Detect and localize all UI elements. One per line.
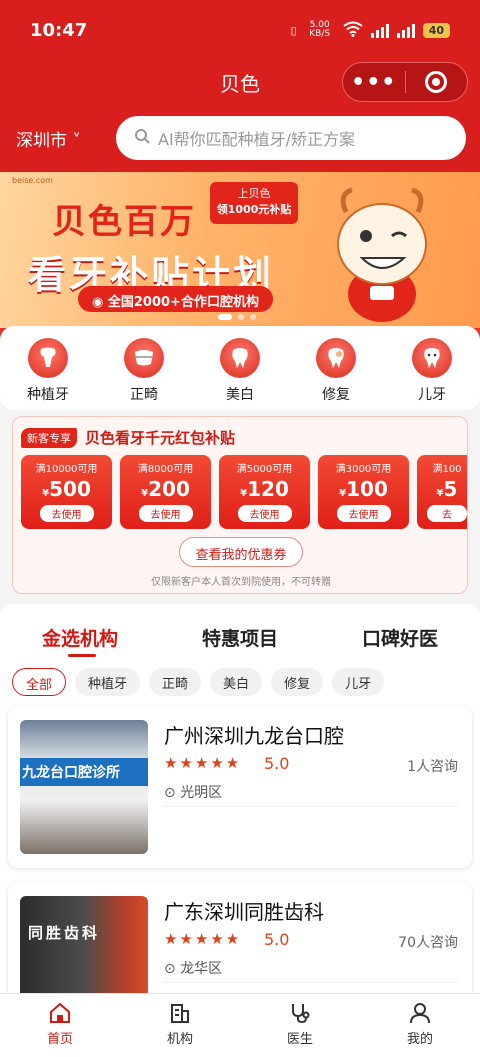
consult-count: 70人咨询 <box>398 935 458 951</box>
kids-tooth-icon <box>412 338 452 378</box>
star-rating: ★★★★★ <box>164 930 242 948</box>
new-customer-tag: 新客专享 <box>21 427 77 448</box>
status-icons: ▯ 5.00 KB/S 40 <box>291 21 450 40</box>
category-implant[interactable]: 种植牙 <box>10 338 86 410</box>
coupon-header: 新客专享 贝色看牙千元红包补贴 <box>21 427 235 448</box>
chip-orthodontics[interactable]: 正畸 <box>149 668 202 696</box>
nav-doctors[interactable]: 医生 <box>240 994 360 1057</box>
coupon-note: 仅限新客户本人首次到院使用，不可转赠 <box>151 577 331 588</box>
clinic-section: 金选机构 特惠项目 口碑好医 全部 种植牙 正畸 美白 修复 儿牙 九龙台口腔诊… <box>0 604 480 1044</box>
coupon-card[interactable]: 满100 ¥5 去 <box>417 455 467 529</box>
bottom-nav: 首页 机构 医生 我的 <box>0 993 480 1057</box>
coupon-panel: 新客专享 贝色看牙千元红包补贴 满10000可用 ¥500 去使用 满8000可… <box>12 416 468 594</box>
coupon-card[interactable]: 满10000可用 ¥500 去使用 <box>21 455 112 529</box>
user-icon <box>410 1003 430 1024</box>
banner-headline: 贝色百万 <box>52 202 196 242</box>
mini-program-capsule: ••• <box>342 62 468 102</box>
location-pin-icon: ⊙ <box>164 961 181 977</box>
section-tabs: 金选机构 特惠项目 口碑好医 <box>0 624 480 651</box>
home-icon <box>50 1002 70 1023</box>
filter-chips: 全部 种植牙 正畸 美白 修复 儿牙 <box>12 668 385 696</box>
use-coupon-button[interactable]: 去使用 <box>336 505 391 522</box>
tab-featured-clinics[interactable]: 金选机构 <box>0 624 160 651</box>
whitening-tooth-icon <box>220 338 260 378</box>
wifi-icon <box>343 21 363 40</box>
use-coupon-button[interactable]: 去使用 <box>237 505 292 522</box>
search-icon <box>134 128 150 148</box>
banner-pill: ◉ 全国2000+合作口腔机构 <box>78 286 273 312</box>
star-rating: ★★★★★ <box>164 754 242 772</box>
use-coupon-button[interactable]: 去使用 <box>138 505 193 522</box>
coupon-title: 贝色看牙千元红包补贴 <box>85 429 236 447</box>
use-coupon-button[interactable]: 去 <box>427 505 467 522</box>
coupon-card[interactable]: 满5000可用 ¥120 去使用 <box>219 455 310 529</box>
view-my-coupons-button[interactable]: 查看我的优惠券 <box>179 537 303 567</box>
category-kids[interactable]: 儿牙 <box>394 338 470 410</box>
status-time: 10:47 <box>30 19 88 41</box>
banner-pagination <box>218 314 256 320</box>
clinic-name: 广东深圳同胜齿科 <box>164 900 324 924</box>
building-icon <box>171 1004 189 1023</box>
more-icon[interactable]: ••• <box>343 70 405 95</box>
network-speed: 5.00 KB/S <box>309 20 331 39</box>
clinic-photo: 九龙台口腔诊所 <box>20 720 148 854</box>
rating-score: 5.0 <box>264 930 290 949</box>
rating-score: 5.0 <box>264 754 290 773</box>
close-mini-program-button[interactable] <box>406 71 468 93</box>
signal-icon-2 <box>396 22 415 38</box>
promo-banner[interactable]: beise.com 贝色百万 上贝色 领1000元补贴 看牙补贴计划 ◉ 全国2… <box>0 172 480 328</box>
location-pin-icon: ⊙ <box>164 785 181 801</box>
city-selector[interactable]: 深圳市 ˅ <box>16 126 81 151</box>
chip-whitening[interactable]: 美白 <box>210 668 263 696</box>
coupon-card[interactable]: 满3000可用 ¥100 去使用 <box>318 455 409 529</box>
category-whitening[interactable]: 美白 <box>202 338 278 410</box>
signal-icon <box>370 22 389 38</box>
vibrate-icon: ▯ <box>290 23 297 37</box>
banner-tag: 上贝色 领1000元补贴 <box>210 182 298 224</box>
category-orthodontics[interactable]: 正畸 <box>106 338 182 410</box>
use-coupon-button[interactable]: 去使用 <box>39 505 94 522</box>
clinic-district: ⊙ 光明区 <box>164 785 223 801</box>
chip-repair[interactable]: 修复 <box>271 668 324 696</box>
clinic-district: ⊙ 龙华区 <box>164 961 223 977</box>
banner-site-label: beise.com <box>12 176 53 185</box>
search-placeholder: AI帮你匹配种植牙/矫正方案 <box>158 130 356 149</box>
ox-mascot-icon <box>337 187 427 322</box>
status-bar: 10:47 ▯ 5.00 KB/S 40 <box>0 0 480 60</box>
target-icon <box>425 71 448 93</box>
chip-implant[interactable]: 种植牙 <box>75 668 141 696</box>
category-repair[interactable]: 修复 <box>298 338 374 410</box>
tab-top-doctors[interactable]: 口碑好医 <box>320 624 480 651</box>
tab-special-offers[interactable]: 特惠项目 <box>160 624 320 651</box>
location-icon: ◉ <box>92 295 108 310</box>
consult-count: 1人咨询 <box>407 759 458 775</box>
braces-tooth-icon <box>124 338 164 378</box>
nav-mine[interactable]: 我的 <box>360 994 480 1057</box>
nav-institutions[interactable]: 机构 <box>120 994 240 1057</box>
battery-indicator: 40 <box>422 22 450 38</box>
title-bar: 贝色 ••• <box>0 60 480 104</box>
clinic-name: 广州深圳九龙台口腔 <box>164 724 344 748</box>
coupon-card[interactable]: 满8000可用 ¥200 去使用 <box>120 455 211 529</box>
coupon-list: 满10000可用 ¥500 去使用 满8000可用 ¥200 去使用 满5000… <box>21 455 467 529</box>
clinic-card[interactable]: 九龙台口腔诊所 广州深圳九龙台口腔 ★★★★★ 5.0 1人咨询 ⊙ 光明区 <box>8 706 472 868</box>
active-tab-indicator <box>68 654 96 657</box>
chip-kids[interactable]: 儿牙 <box>332 668 385 696</box>
search-row: 深圳市 ˅ AI帮你匹配种植牙/矫正方案 <box>0 116 480 160</box>
implant-tooth-icon <box>28 338 68 378</box>
stethoscope-icon <box>292 1004 310 1024</box>
nav-home[interactable]: 首页 <box>0 994 120 1057</box>
chip-all[interactable]: 全部 <box>12 668 67 696</box>
search-input[interactable]: AI帮你匹配种植牙/矫正方案 <box>116 116 466 160</box>
category-bar: 种植牙 正畸 美白 修复 儿牙 <box>0 326 480 410</box>
repair-tooth-icon <box>316 338 356 378</box>
